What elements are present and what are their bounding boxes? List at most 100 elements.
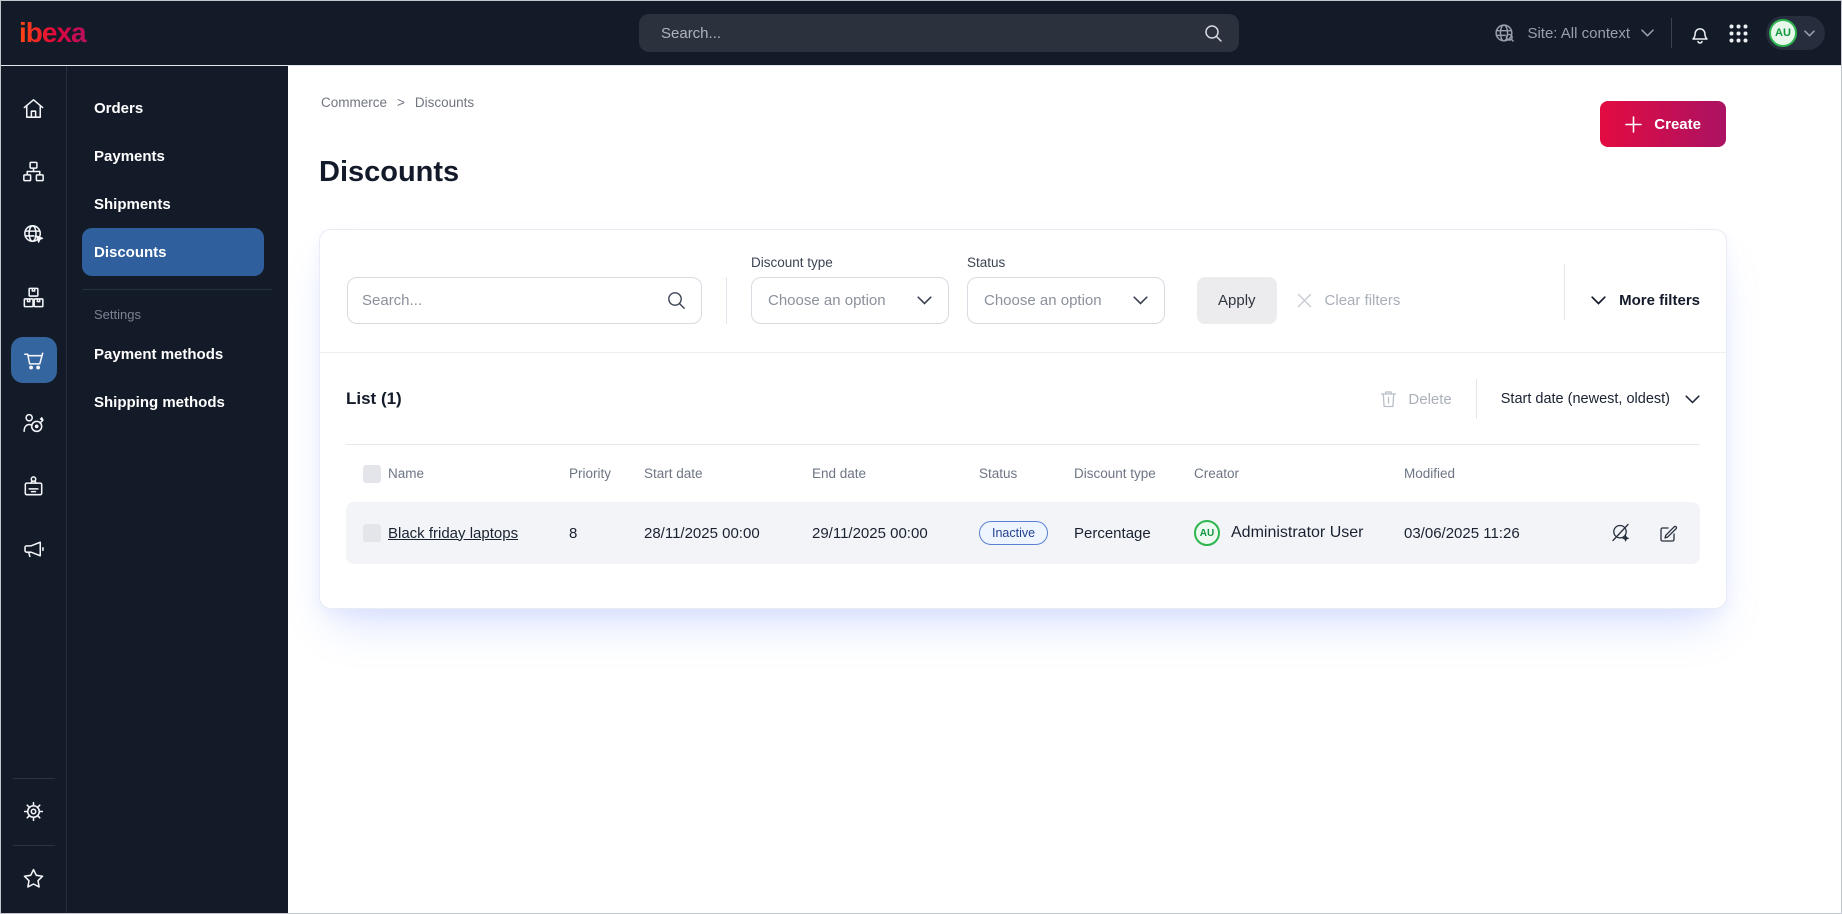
discount-type-filter: Discount type Choose an option: [751, 255, 949, 324]
grid-dots-icon: [1728, 23, 1749, 44]
search-icon[interactable]: [1204, 24, 1223, 43]
rail-site-button[interactable]: [11, 211, 57, 257]
creator-name: Administrator User: [1231, 524, 1364, 541]
menu-item-shipments[interactable]: Shipments: [82, 180, 264, 228]
user-menu[interactable]: AU: [1766, 16, 1825, 50]
list-title: List (1): [346, 389, 402, 408]
site-context-label: Site: All context: [1527, 24, 1630, 42]
row-actions: [1584, 523, 1700, 543]
col-modified: Modified: [1404, 466, 1456, 481]
menu-item-label: Shipments: [94, 195, 171, 213]
menu-item-payment-methods[interactable]: Payment methods: [82, 330, 264, 378]
discount-type-value: Choose an option: [768, 292, 886, 309]
rail-commerce-button[interactable]: [10, 337, 57, 383]
rail-separator: [12, 845, 55, 846]
chevron-down-icon: [1685, 394, 1700, 404]
list-search: [347, 277, 702, 324]
member-badge-icon: [20, 473, 47, 500]
sort-label: Start date (newest, oldest): [1500, 391, 1670, 407]
table-header: Name Priority Start date End date Status…: [346, 445, 1700, 502]
plus-icon: [1625, 115, 1643, 133]
cell-end-date: 29/11/2025 00:00: [812, 524, 928, 542]
deactivate-button[interactable]: [1611, 523, 1631, 543]
rail-content-button[interactable]: [11, 148, 57, 194]
site-globe-icon: [1493, 22, 1516, 45]
table-row: Black friday laptops 8 28/11/2025 00:00 …: [346, 502, 1700, 564]
cell-priority: 8: [569, 524, 578, 542]
site-context-selector[interactable]: Site: All context: [1493, 22, 1654, 45]
clear-filters-label: Clear filters: [1324, 292, 1401, 309]
ibexa-logo[interactable]: ibexa: [19, 16, 105, 50]
delete-button[interactable]: Delete: [1380, 390, 1452, 408]
app-switcher-button[interactable]: [1728, 23, 1749, 44]
rail-members-button[interactable]: [11, 463, 57, 509]
menu-divider: [83, 289, 272, 290]
status-label: Status: [967, 255, 1006, 270]
deactivate-slash-icon: [1611, 523, 1631, 543]
breadcrumb-commerce[interactable]: Commerce: [321, 95, 387, 110]
col-end-date: End date: [812, 466, 867, 481]
status-filter: Status Choose an option: [967, 255, 1165, 324]
settings-gear-icon: [20, 798, 47, 825]
create-button-label: Create: [1654, 115, 1701, 133]
status-select[interactable]: Choose an option: [967, 277, 1165, 324]
col-status: Status: [979, 466, 1018, 481]
create-button[interactable]: Create: [1600, 101, 1726, 147]
chevron-down-icon: [1591, 296, 1606, 305]
top-bar: ibexa Site: All context: [1, 1, 1841, 66]
discount-name-link[interactable]: Black friday laptops: [388, 525, 518, 542]
status-badge: Inactive: [979, 521, 1049, 545]
list-search-input[interactable]: [362, 292, 667, 309]
col-priority: Priority: [569, 466, 612, 481]
customer-target-icon: [20, 410, 47, 437]
clear-filters-button[interactable]: Clear filters: [1297, 277, 1401, 324]
col-discount-type: Discount type: [1074, 466, 1156, 481]
edit-button[interactable]: [1658, 523, 1678, 543]
cell-modified: 03/06/2025 11:26: [1404, 524, 1520, 542]
breadcrumb-discounts[interactable]: Discounts: [415, 95, 474, 110]
discount-type-label: Discount type: [751, 255, 833, 270]
content-tree-icon: [20, 158, 47, 185]
col-name: Name: [388, 466, 425, 481]
menu-item-payments[interactable]: Payments: [82, 132, 264, 180]
breadcrumb-separator: >: [397, 95, 405, 110]
menu-section-settings: Settings: [94, 307, 141, 322]
filter-bar: Discount type Choose an option Status Ch…: [320, 230, 1726, 353]
menu-item-shipping-methods[interactable]: Shipping methods: [82, 378, 264, 426]
menu-item-discounts[interactable]: Discounts: [82, 228, 264, 276]
search-icon[interactable]: [667, 291, 686, 310]
rail-customers-button[interactable]: [11, 400, 57, 446]
select-all-checkbox[interactable]: [363, 464, 381, 483]
more-filters-button[interactable]: More filters: [1565, 277, 1700, 324]
global-search-input[interactable]: [661, 24, 1204, 42]
menu-item-label: Shipping methods: [94, 393, 225, 411]
commerce-menu: Orders Payments Shipments Discounts Sett…: [66, 66, 288, 913]
chevron-down-icon: [1804, 29, 1815, 37]
discount-type-select[interactable]: Choose an option: [751, 277, 949, 324]
apply-button[interactable]: Apply: [1197, 277, 1277, 324]
rail-marketing-button[interactable]: [11, 526, 57, 572]
rail-products-button[interactable]: [11, 274, 57, 320]
row-checkbox[interactable]: [363, 524, 381, 542]
page-title: Discounts: [319, 156, 460, 188]
discounts-card: Discount type Choose an option Status Ch…: [319, 229, 1727, 609]
home-icon: [20, 95, 47, 122]
topbar-divider: [1671, 18, 1672, 48]
rail-bookmarks-button[interactable]: [11, 855, 57, 901]
list-header: List (1) Delete Start date (newest, olde…: [346, 353, 1700, 444]
chevron-down-icon: [1641, 29, 1654, 37]
notifications-button[interactable]: [1689, 22, 1711, 45]
menu-item-label: Orders: [94, 99, 144, 117]
menu-item-label: Discounts: [94, 243, 167, 261]
menu-item-orders[interactable]: Orders: [82, 84, 264, 132]
rail-dashboard-button[interactable]: [11, 85, 57, 131]
rail-settings-button[interactable]: [11, 788, 57, 834]
chevron-down-icon: [917, 296, 932, 305]
chevron-down-icon: [1133, 296, 1148, 305]
rail-separator: [12, 778, 55, 779]
sort-selector[interactable]: Start date (newest, oldest): [1501, 391, 1700, 407]
cell-discount-type: Percentage: [1074, 524, 1151, 542]
commerce-cart-icon: [20, 347, 47, 374]
cell-creator: AU Administrator User: [1194, 520, 1404, 546]
list-header-divider: [1475, 379, 1477, 419]
